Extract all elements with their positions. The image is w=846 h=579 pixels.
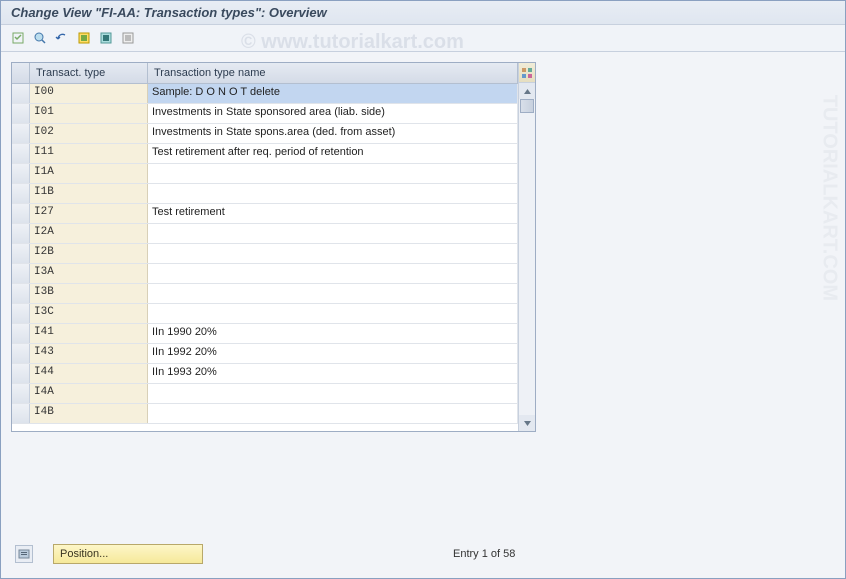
table-row[interactable]: I44IIn 1993 20% [12,364,518,384]
cell-transact-type[interactable]: I2A [30,224,148,243]
cell-transact-type[interactable]: I1A [30,164,148,183]
row-selector[interactable] [12,304,30,323]
row-selector[interactable] [12,124,30,143]
cell-transact-type[interactable]: I44 [30,364,148,383]
cell-transact-name[interactable] [148,224,518,243]
table-row[interactable]: I00Sample: D O N O T delete [12,84,518,104]
row-selector[interactable] [12,384,30,403]
cell-transact-name[interactable] [148,404,518,423]
cell-transact-name[interactable] [148,184,518,203]
table-row[interactable]: I3A [12,264,518,284]
footer: Position... Entry 1 of 58 [15,544,831,564]
table-row[interactable]: I4B [12,404,518,424]
other-view-icon[interactable] [9,29,27,47]
row-selector[interactable] [12,184,30,203]
row-selector[interactable] [12,104,30,123]
cell-transact-type[interactable]: I2B [30,244,148,263]
table-row[interactable]: I2A [12,224,518,244]
row-selector[interactable] [12,344,30,363]
cell-transact-type[interactable]: I3A [30,264,148,283]
deselect-all-icon[interactable] [119,29,137,47]
table-settings-icon[interactable] [519,63,535,83]
cell-transact-type[interactable]: I01 [30,104,148,123]
table-row[interactable]: I11Test retirement after req. period of … [12,144,518,164]
column-selector[interactable] [12,63,30,83]
cell-transact-type[interactable]: I3B [30,284,148,303]
table-row[interactable]: I41IIn 1990 20% [12,324,518,344]
table-row[interactable]: I01Investments in State sponsored area (… [12,104,518,124]
column-transact-type[interactable]: Transact. type [30,63,148,83]
scroll-thumb[interactable] [520,99,534,113]
row-selector[interactable] [12,224,30,243]
position-button-label: Position... [60,548,108,560]
entry-status: Entry 1 of 58 [453,548,515,560]
nav-position-icon[interactable] [15,545,33,563]
row-selector[interactable] [12,404,30,423]
table-row[interactable]: I1B [12,184,518,204]
row-selector[interactable] [12,264,30,283]
row-selector[interactable] [12,284,30,303]
cell-transact-type[interactable]: I1B [30,184,148,203]
cell-transact-name[interactable]: IIn 1993 20% [148,364,518,383]
cell-transact-name[interactable] [148,284,518,303]
toolbar [1,25,845,52]
table-body: I00Sample: D O N O T deleteI01Investment… [12,84,518,431]
table-row[interactable]: I4A [12,384,518,404]
scroll-up-icon[interactable] [519,83,535,99]
cell-transact-name[interactable]: Test retirement after req. period of ret… [148,144,518,163]
window: Change View "FI-AA: Transaction types": … [0,0,846,579]
cell-transact-type[interactable]: I00 [30,84,148,103]
cell-transact-name[interactable]: IIn 1992 20% [148,344,518,363]
table-row[interactable]: I02Investments in State spons.area (ded.… [12,124,518,144]
table-row[interactable]: I27Test retirement [12,204,518,224]
cell-transact-type[interactable]: I3C [30,304,148,323]
cell-transact-name[interactable] [148,164,518,183]
row-selector[interactable] [12,364,30,383]
cell-transact-type[interactable]: I41 [30,324,148,343]
vertical-scrollbar [518,63,535,431]
table: Transact. type Transaction type name I00… [11,62,536,432]
cell-transact-type[interactable]: I27 [30,204,148,223]
cell-transact-name[interactable]: Investments in State sponsored area (lia… [148,104,518,123]
content-region: Transact. type Transaction type name I00… [1,52,845,442]
table-row[interactable]: I3B [12,284,518,304]
column-transact-name[interactable]: Transaction type name [148,63,518,83]
row-selector[interactable] [12,144,30,163]
row-selector[interactable] [12,324,30,343]
undo-icon[interactable] [53,29,71,47]
find-icon[interactable] [31,29,49,47]
cell-transact-name[interactable] [148,264,518,283]
row-selector[interactable] [12,244,30,263]
row-selector[interactable] [12,204,30,223]
table-header: Transact. type Transaction type name [12,63,518,84]
cell-transact-name[interactable]: IIn 1990 20% [148,324,518,343]
scroll-down-icon[interactable] [519,415,535,431]
cell-transact-name[interactable]: Test retirement [148,204,518,223]
cell-transact-name[interactable]: Investments in State spons.area (ded. fr… [148,124,518,143]
select-block-icon[interactable] [97,29,115,47]
table-row[interactable]: I2B [12,244,518,264]
table-row[interactable]: I43IIn 1992 20% [12,344,518,364]
row-selector[interactable] [12,164,30,183]
cell-transact-type[interactable]: I4B [30,404,148,423]
position-button[interactable]: Position... [53,544,203,564]
cell-transact-name[interactable] [148,384,518,403]
cell-transact-type[interactable]: I11 [30,144,148,163]
table-row[interactable]: I3C [12,304,518,324]
cell-transact-type[interactable]: I43 [30,344,148,363]
page-title: Change View "FI-AA: Transaction types": … [1,1,845,25]
row-selector[interactable] [12,84,30,103]
cell-transact-name[interactable] [148,304,518,323]
scroll-track[interactable] [519,99,535,415]
cell-transact-name[interactable]: Sample: D O N O T delete [148,84,518,103]
cell-transact-name[interactable] [148,244,518,263]
select-all-icon[interactable] [75,29,93,47]
cell-transact-type[interactable]: I02 [30,124,148,143]
table-row[interactable]: I1A [12,164,518,184]
cell-transact-type[interactable]: I4A [30,384,148,403]
